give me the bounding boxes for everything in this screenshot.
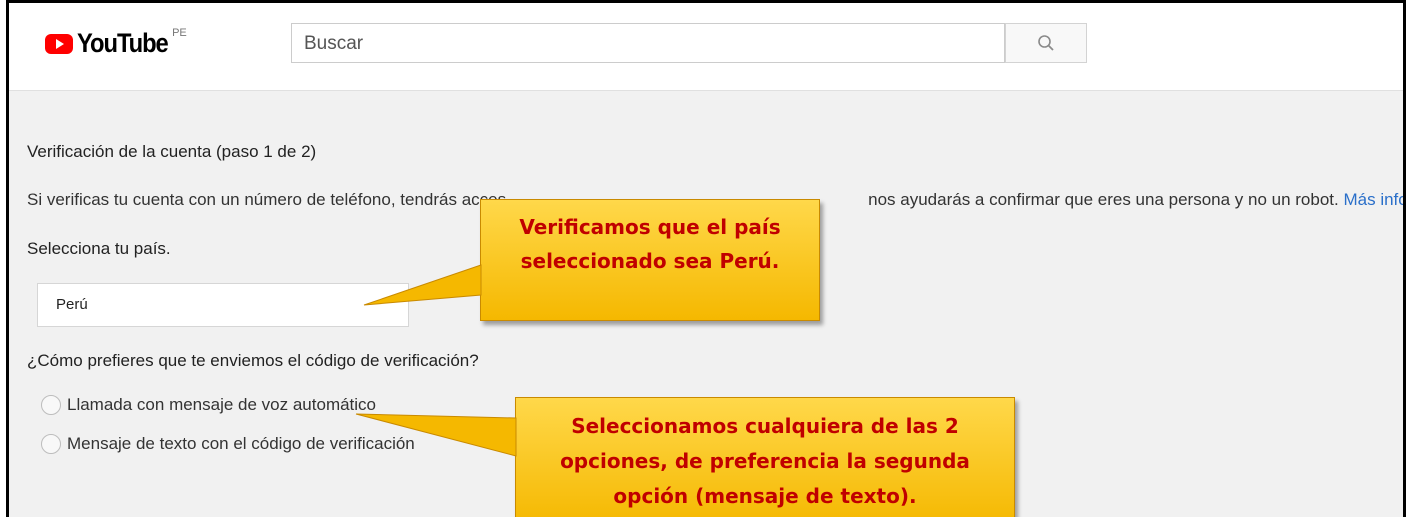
callout-line: seleccionado sea Perú. [520, 249, 780, 273]
logo-text: YouTube [77, 28, 169, 58]
page-title: Verificación de la cuenta (paso 1 de 2) [27, 142, 317, 161]
country-code: PE [172, 27, 187, 39]
callout-options: Seleccionamos cualquiera de las 2 opcion… [355, 397, 1015, 517]
callout-pointer [355, 413, 517, 457]
callout-line: opción (mensaje de texto). [613, 484, 917, 508]
country-label: Selecciona tu país. [27, 239, 171, 258]
description-end: nos ayudarás a confirmar que eres una pe… [868, 190, 1339, 209]
search-input[interactable]: Buscar [291, 23, 1005, 63]
search-icon [1038, 35, 1054, 51]
description-start: Si verificas tu cuenta con un número de … [27, 190, 507, 209]
delivery-question: ¿Cómo prefieres que te enviemos el códig… [27, 351, 479, 370]
option-text-message[interactable]: Mensaje de texto con el código de verifi… [41, 434, 415, 454]
option-voice-call[interactable]: Llamada con mensaje de voz automático [41, 395, 376, 415]
callout-country: Verificamos que el país seleccionado sea… [363, 199, 820, 321]
search-button[interactable] [1005, 23, 1087, 63]
masthead: YouTube PE Buscar [9, 3, 1403, 91]
youtube-play-icon [45, 34, 73, 54]
callout-pointer [363, 264, 482, 306]
callout-line: Seleccionamos cualquiera de las 2 [571, 414, 959, 438]
radio-text-message[interactable] [41, 434, 61, 454]
option-label: Llamada con mensaje de voz automático [67, 395, 377, 414]
option-label: Mensaje de texto con el código de verifi… [67, 434, 415, 453]
callout-line: Verificamos que el país [519, 215, 781, 239]
more-info-link[interactable]: Más información [1343, 190, 1403, 209]
callout-line: opciones, de preferencia la segunda [560, 449, 970, 473]
radio-voice-call[interactable] [41, 395, 61, 415]
youtube-logo[interactable]: YouTube PE [45, 27, 187, 67]
country-select[interactable]: Perú [37, 283, 409, 327]
